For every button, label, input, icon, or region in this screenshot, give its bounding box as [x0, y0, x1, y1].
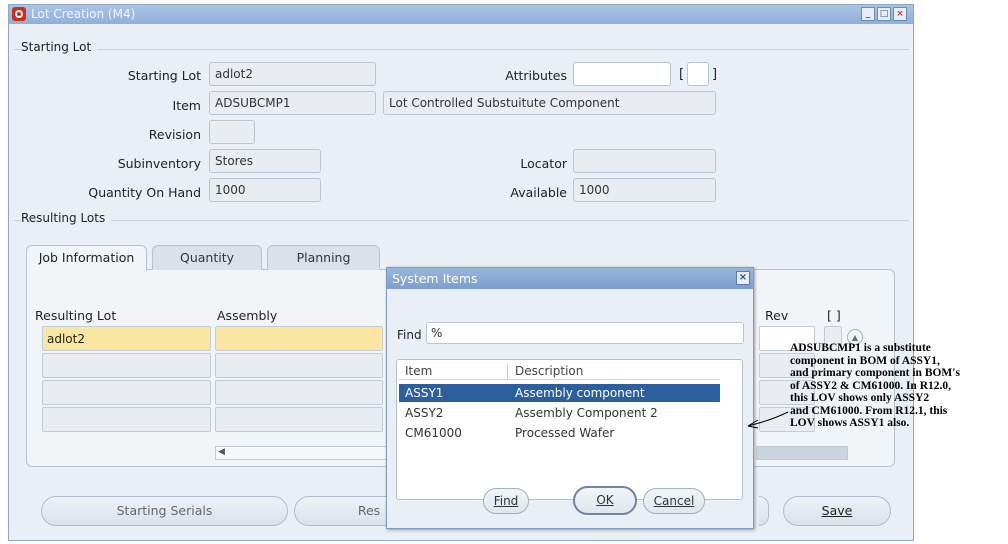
save-button-label: Save — [821, 503, 853, 518]
minimize-icon[interactable]: _ — [861, 7, 875, 21]
annotation-line: this LOV shows only ASSY2 — [790, 392, 930, 404]
lov-description: Processed Wafer — [515, 426, 615, 440]
find-label: Find — [397, 328, 422, 342]
column-header-assembly: Assembly — [217, 308, 278, 323]
assembly-cell[interactable] — [215, 407, 383, 432]
annotation-line: ADSUBCMP1 is a substitute — [790, 342, 931, 354]
lov-description: Assembly component — [515, 386, 645, 400]
quantity-on-hand-field[interactable]: 1000 — [209, 178, 321, 202]
annotation-line: and CM61000. From R12.1, this — [790, 404, 948, 417]
lov-row[interactable]: ASSY1 Assembly component — [399, 384, 720, 402]
revision-field[interactable] — [209, 120, 255, 144]
annotation-line: component in BOM of ASSY1, — [790, 354, 940, 367]
flex-bracket-close: ] — [712, 67, 718, 82]
maximize-icon[interactable]: □ — [877, 7, 891, 21]
window-title: Lot Creation (M4) — [31, 7, 136, 21]
horizontal-scrollbar[interactable]: ◀ — [215, 446, 393, 460]
attributes-label: Attributes — [505, 68, 567, 83]
available-field[interactable]: 1000 — [573, 178, 716, 202]
tab-planning[interactable]: Planning — [267, 245, 380, 270]
scrollbar-thumb[interactable] — [756, 446, 848, 460]
lov-results-list: Item Description ASSY1 Assembly componen… — [396, 359, 743, 500]
assembly-cell[interactable] — [215, 326, 383, 351]
close-icon[interactable]: × — [893, 7, 907, 21]
annotation-arrow-icon — [747, 411, 789, 429]
annotation-line: and primary component in BOM's — [790, 367, 960, 379]
find-input[interactable]: % — [426, 322, 744, 344]
item-label: Item — [172, 98, 201, 113]
column-header-rev: Rev — [765, 308, 789, 323]
annotation-line: of ASSY2 & CM61000. In R12.0, — [790, 379, 952, 392]
cancel-button-label: Cancel — [653, 494, 695, 508]
starting-lot-label: Starting Lot — [127, 68, 201, 83]
ok-button[interactable]: OK — [573, 486, 637, 515]
oracle-logo-icon — [12, 7, 26, 21]
lov-row[interactable]: ASSY2 Assembly Component 2 — [399, 404, 720, 422]
cancel-button[interactable]: Cancel — [643, 488, 705, 514]
scroll-left-icon[interactable]: ◀ — [218, 447, 225, 457]
lov-item: ASSY1 — [405, 386, 444, 400]
window-titlebar[interactable]: Lot Creation (M4) _ □ × — [9, 5, 913, 24]
column-header-flex: [ ] — [827, 308, 841, 323]
lov-item: ASSY2 — [405, 406, 444, 420]
attributes-field[interactable] — [573, 62, 671, 86]
find-button[interactable]: Find — [483, 488, 529, 514]
annotation-note: ADSUBCMP1 is a substitute component in B… — [790, 342, 1006, 430]
quantity-on-hand-label: Quantity On Hand — [88, 185, 201, 200]
dialog-title[interactable]: System Items — [387, 268, 753, 289]
subinventory-label: Subinventory — [117, 156, 201, 171]
dialog-close-icon[interactable]: × — [736, 271, 750, 285]
starting-lot-divider — [14, 49, 909, 50]
column-header-resulting-lot: Resulting Lot — [35, 308, 117, 323]
resulting-lot-cell[interactable]: adlot2 — [42, 326, 211, 351]
column-header-item[interactable]: Item — [405, 364, 432, 378]
item-description-field[interactable]: Lot Controlled Substuitute Component — [383, 91, 716, 115]
column-header-description[interactable]: Description — [515, 364, 583, 378]
tab-quantity[interactable]: Quantity — [152, 245, 262, 270]
tab-job-information[interactable]: Job Information — [26, 245, 147, 271]
find-button-label: Find — [493, 494, 519, 508]
lov-row[interactable]: CM61000 Processed Wafer — [399, 424, 720, 442]
resulting-lot-cell[interactable] — [42, 380, 211, 405]
column-divider — [507, 364, 508, 380]
lov-item: CM61000 — [405, 426, 462, 440]
resulting-lot-cell[interactable] — [42, 407, 211, 432]
subinventory-field[interactable]: Stores — [209, 149, 321, 173]
resulting-lots-section-title: Resulting Lots — [21, 211, 112, 225]
starting-serials-button[interactable]: Starting Serials — [41, 496, 288, 526]
ok-button-label: OK — [596, 493, 614, 507]
starting-lot-section-title: Starting Lot — [21, 40, 98, 54]
starting-lot-field[interactable]: adlot2 — [209, 62, 376, 86]
resulting-lot-cell[interactable] — [42, 353, 211, 378]
system-items-dialog: System Items × Find % Item Description A… — [386, 267, 754, 529]
save-button[interactable]: Save — [783, 496, 891, 526]
annotation-line: LOV shows ASSY1 also. — [790, 417, 910, 429]
locator-field[interactable] — [573, 149, 716, 173]
revision-label: Revision — [148, 127, 201, 142]
available-label: Available — [510, 185, 567, 200]
descriptive-flexfield[interactable] — [687, 62, 709, 86]
flex-bracket-open: [ — [679, 67, 685, 82]
assembly-cell[interactable] — [215, 380, 383, 405]
assembly-cell[interactable] — [215, 353, 383, 378]
item-field[interactable]: ADSUBCMP1 — [209, 91, 376, 115]
hidden-button-edge[interactable] — [759, 496, 769, 526]
lov-description: Assembly Component 2 — [515, 406, 658, 420]
resulting-lots-divider — [14, 220, 909, 221]
locator-label: Locator — [520, 156, 567, 171]
